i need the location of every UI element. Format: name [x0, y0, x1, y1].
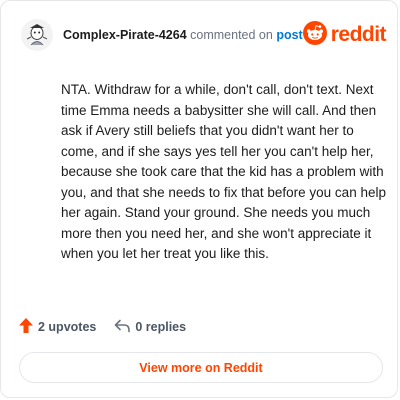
replies[interactable]: 0 replies [114, 319, 186, 336]
view-more-button[interactable]: View more on Reddit [19, 352, 383, 383]
avatar-icon[interactable] [21, 19, 53, 51]
reddit-wordmark: reddit [330, 23, 387, 46]
upvote-arrow-icon[interactable] [19, 318, 33, 336]
username-link[interactable]: Complex-Pirate-4264 [63, 28, 187, 42]
post-link[interactable]: post [276, 28, 302, 42]
comment-body: NTA. Withdraw for a while, don't call, d… [61, 82, 386, 261]
comment-header: Complex-Pirate-4264 commented on post re… [21, 15, 387, 55]
reddit-logo-icon [302, 20, 327, 50]
upvotes-count: 2 upvotes [38, 320, 97, 334]
reddit-brand[interactable]: reddit [302, 20, 387, 50]
replies-count: 0 replies [135, 320, 187, 334]
action-text: commented on [190, 28, 273, 42]
reply-arrow-icon[interactable] [114, 319, 131, 336]
comment-footer: 2 upvotes 0 replies [19, 317, 186, 337]
header-text: Complex-Pirate-4264 commented on post [63, 28, 303, 42]
upvotes[interactable]: 2 upvotes [19, 318, 96, 336]
comment-embed-card: Complex-Pirate-4264 commented on post re… [0, 0, 398, 398]
